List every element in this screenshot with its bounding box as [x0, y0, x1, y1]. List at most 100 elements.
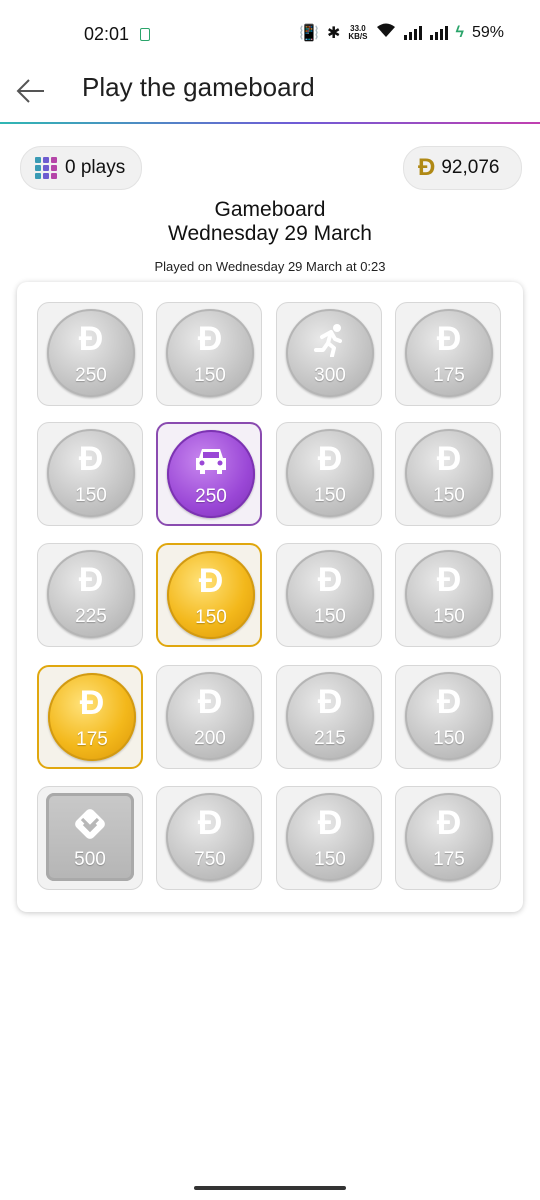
- vibrate-icon: 📳: [299, 24, 319, 42]
- played-on-text: Played on Wednesday 29 March at 0:23: [154, 259, 386, 274]
- network-speed: 33.0 KB/S: [348, 23, 368, 41]
- gameboard-tile[interactable]: Đ 215: [276, 665, 382, 769]
- gameboard-tile[interactable]: Đ 150: [395, 422, 501, 526]
- tile-value: 175: [76, 729, 108, 750]
- tile-value: 300: [314, 365, 346, 386]
- tile-value: 225: [75, 606, 107, 627]
- dogecoin-d-icon: Đ: [418, 154, 436, 181]
- page-title: Play the gameboard: [82, 72, 315, 102]
- tile-value: 215: [314, 728, 346, 749]
- plays-label: 0 plays: [65, 157, 126, 178]
- reward-coin: Đ 250: [47, 309, 135, 397]
- tile-value: 750: [194, 849, 226, 870]
- gameboard-tile[interactable]: Đ 750: [156, 786, 262, 890]
- dogecoin-d-icon: Đ: [436, 683, 462, 721]
- gameboard-tile[interactable]: Đ 150: [395, 665, 501, 769]
- home-indicator[interactable]: [194, 1186, 346, 1190]
- reward-coin: Đ 175: [405, 309, 493, 397]
- tile-value: 150: [194, 365, 226, 386]
- chevron-badge-icon: [46, 807, 134, 841]
- gameboard-tile[interactable]: Đ 150: [156, 543, 262, 647]
- reward-coin: Đ 200: [166, 672, 254, 760]
- notification-icon: [140, 28, 150, 41]
- bluetooth-icon: ✱: [326, 24, 341, 42]
- reward-coin: Đ 225: [47, 550, 135, 638]
- car-icon: [167, 444, 255, 476]
- gameboard-grid: Đ 250 Đ 150 300 Đ 175 Đ 150 250 Đ 150 Đ 150 Đ 225 Đ 150 Đ 1…: [17, 282, 523, 912]
- reward-coin: Đ 150: [405, 550, 493, 638]
- tile-value: 175: [433, 849, 465, 870]
- tile-value: 250: [75, 365, 107, 386]
- reward-coin: Đ 150: [286, 429, 374, 517]
- gameboard-tile[interactable]: 500: [37, 786, 143, 890]
- gameboard-tile[interactable]: Đ 175: [37, 665, 143, 769]
- reward-coin: Đ 150: [47, 429, 135, 517]
- header-divider: [0, 122, 540, 124]
- tile-value: 150: [195, 607, 227, 628]
- signal-icon-2: [429, 25, 448, 40]
- gameboard-tile[interactable]: Đ 150: [37, 422, 143, 526]
- gameboard-tile[interactable]: Đ 175: [395, 786, 501, 890]
- gameboard-tile[interactable]: Đ 175: [395, 302, 501, 406]
- tile-value: 200: [194, 728, 226, 749]
- dogecoin-d-icon: Đ: [436, 804, 462, 842]
- gameboard-tile[interactable]: Đ 150: [156, 302, 262, 406]
- gameboard-title: Gameboard: [214, 198, 326, 221]
- reward-coin: Đ 150: [286, 550, 374, 638]
- coin-balance-chip[interactable]: Đ 92,076: [403, 146, 522, 190]
- gameboard-tile[interactable]: Đ 150: [276, 422, 382, 526]
- gameboard-date: Wednesday 29 March: [168, 222, 372, 245]
- grid-icon: [35, 157, 57, 179]
- dogecoin-d-icon: Đ: [197, 683, 223, 721]
- dogecoin-d-icon: Đ: [79, 684, 105, 722]
- gameboard-tile[interactable]: Đ 225: [37, 543, 143, 647]
- dogecoin-d-icon: Đ: [436, 561, 462, 599]
- plays-chip[interactable]: 0 plays: [20, 146, 142, 190]
- gameboard-tile[interactable]: 300: [276, 302, 382, 406]
- reward-coin: 250: [167, 430, 255, 518]
- reward-coin: Đ 150: [405, 672, 493, 760]
- running-person-icon: [286, 323, 374, 357]
- dogecoin-d-icon: Đ: [317, 683, 343, 721]
- dogecoin-d-icon: Đ: [436, 440, 462, 478]
- dogecoin-d-icon: Đ: [198, 562, 224, 600]
- reward-coin: Đ 150: [405, 429, 493, 517]
- dogecoin-d-icon: Đ: [78, 440, 104, 478]
- gameboard-tile[interactable]: Đ 150: [276, 786, 382, 890]
- gameboard-tile[interactable]: 250: [156, 422, 262, 526]
- wifi-icon: [376, 22, 396, 43]
- status-bar: 02:01 📳 ✱ 33.0 KB/S ϟ 59%: [0, 0, 540, 68]
- dogecoin-d-icon: Đ: [197, 804, 223, 842]
- status-time: 02:01: [84, 24, 130, 44]
- reward-coin: Đ 175: [48, 673, 136, 761]
- reward-coin: Đ 150: [286, 793, 374, 881]
- gameboard-tile[interactable]: Đ 150: [276, 543, 382, 647]
- tile-value: 150: [433, 728, 465, 749]
- battery-level: 59%: [471, 23, 504, 41]
- dogecoin-d-icon: Đ: [317, 804, 343, 842]
- tile-value: 150: [314, 849, 346, 870]
- gameboard-tile[interactable]: Đ 250: [37, 302, 143, 406]
- dogecoin-d-icon: Đ: [436, 320, 462, 358]
- reward-badge: 500: [46, 793, 134, 881]
- gameboard-tile[interactable]: Đ 200: [156, 665, 262, 769]
- reward-coin: Đ 150: [166, 309, 254, 397]
- coin-balance: 92,076: [441, 157, 500, 178]
- tile-value: 150: [314, 485, 346, 506]
- reward-coin: Đ 175: [405, 793, 493, 881]
- app-bar: Play the gameboard: [0, 68, 540, 124]
- tile-value: 150: [314, 606, 346, 627]
- reward-coin: 300: [286, 309, 374, 397]
- tile-value: 150: [433, 606, 465, 627]
- reward-coin: Đ 150: [167, 551, 255, 639]
- reward-coin: Đ 215: [286, 672, 374, 760]
- dogecoin-d-icon: Đ: [78, 561, 104, 599]
- tile-value: 250: [195, 486, 227, 507]
- back-button[interactable]: [14, 74, 48, 108]
- tile-value: 150: [75, 485, 107, 506]
- signal-icon: [403, 25, 422, 40]
- gameboard-tile[interactable]: Đ 150: [395, 543, 501, 647]
- status-icons: 📳 ✱ 33.0 KB/S ϟ 59%: [299, 22, 504, 43]
- dogecoin-d-icon: Đ: [197, 320, 223, 358]
- dogecoin-d-icon: Đ: [78, 320, 104, 358]
